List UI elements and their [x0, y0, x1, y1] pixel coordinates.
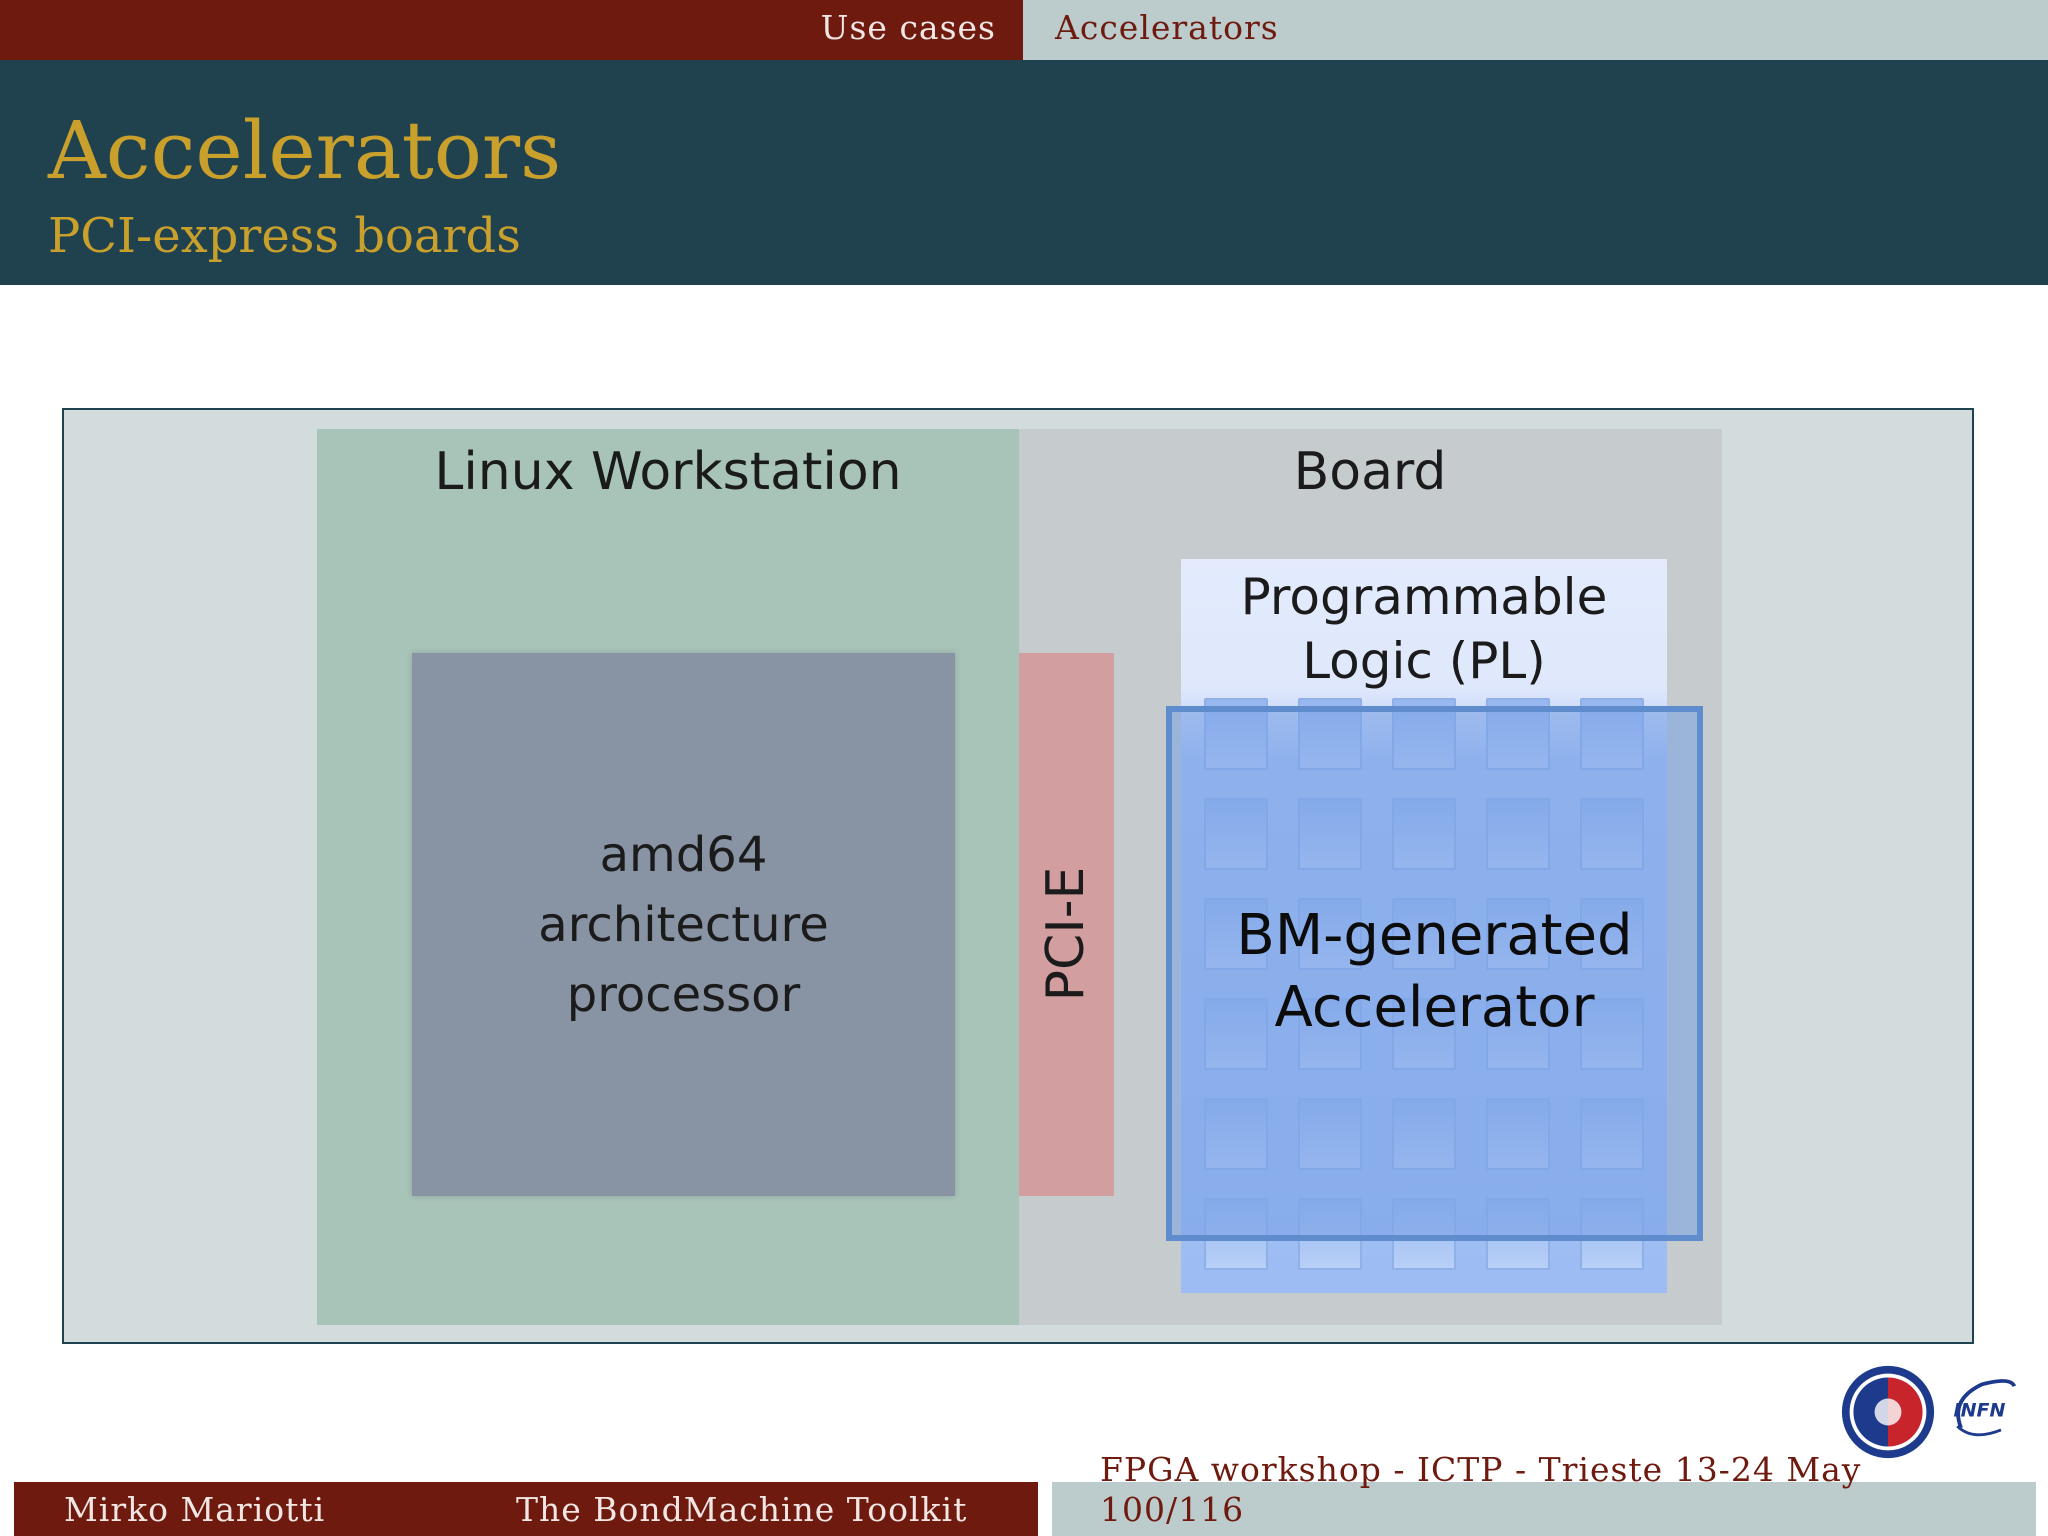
logic-cell-grid — [0, 0, 2048, 1536]
footer-event: FPGA workshop - ICTP - Trieste 13-24 May — [1100, 1450, 1862, 1489]
accelerator-label-line: BM-generated — [1236, 903, 1633, 968]
footer-talk-title: The BondMachine Toolkit — [516, 1490, 968, 1529]
infn-logo: INFN — [1954, 1379, 2017, 1437]
footer-page-number: 100/116 — [1100, 1490, 1245, 1529]
university-seal-logo — [1841, 1365, 1935, 1459]
footer-author: Mirko Mariotti — [64, 1490, 326, 1529]
svg-text:INFN: INFN — [1954, 1400, 2006, 1422]
accelerator-label-line: Accelerator — [1274, 975, 1595, 1040]
accelerator-label: BM-generated Accelerator — [1166, 900, 1703, 1044]
